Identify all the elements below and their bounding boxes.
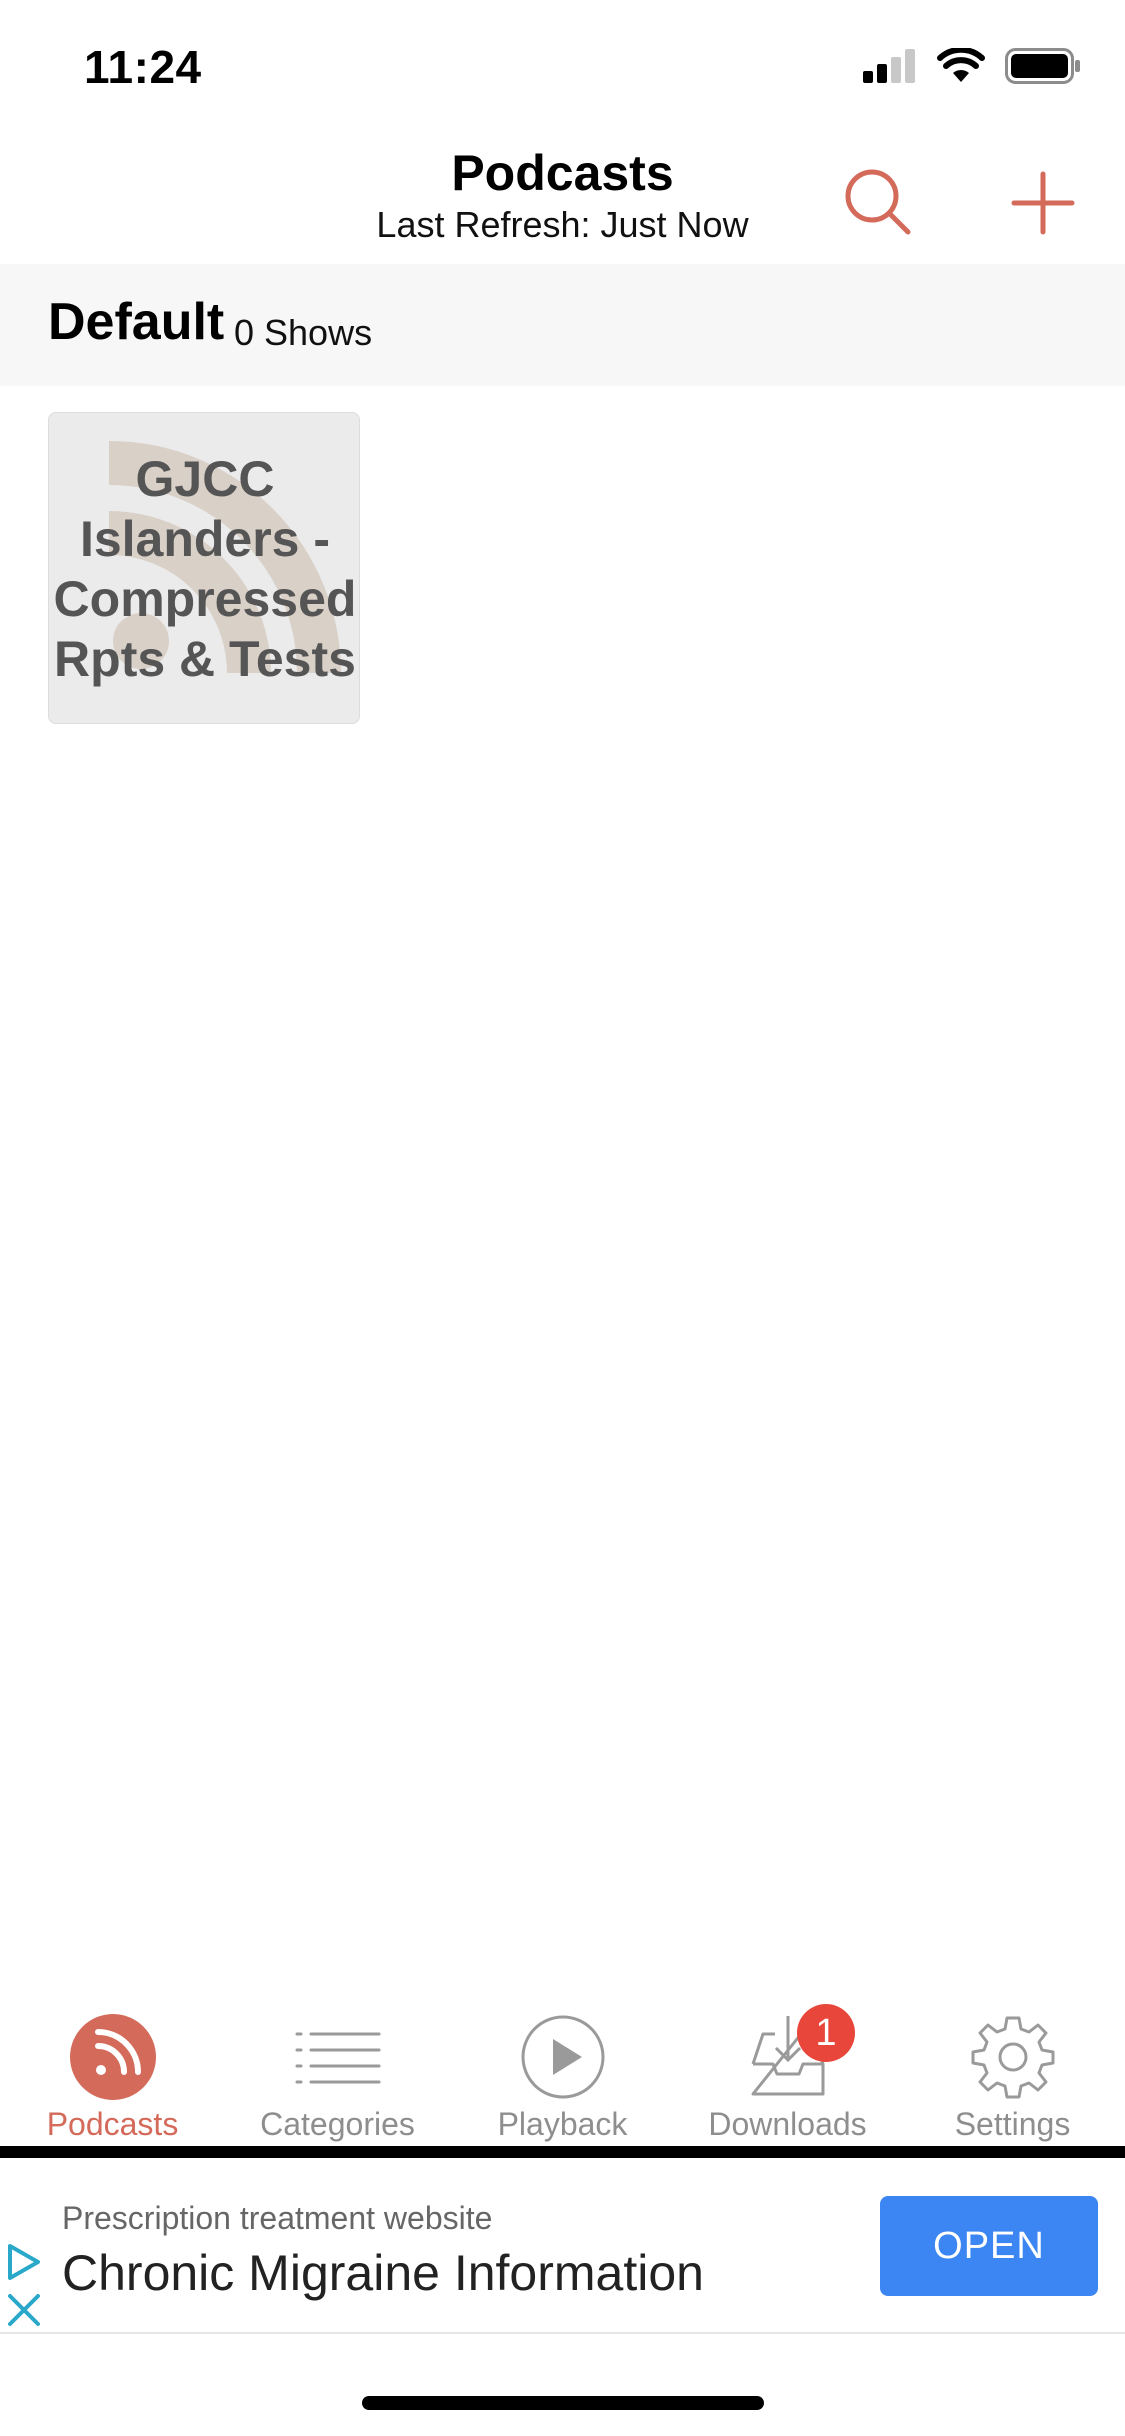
- category-title: Default: [48, 293, 225, 351]
- ad-banner[interactable]: Prescription treatment website Chronic M…: [0, 2158, 1125, 2334]
- tab-label: Settings: [954, 2106, 1071, 2142]
- gear-icon: [971, 2016, 1054, 2099]
- tab-label: Playback: [497, 2106, 628, 2142]
- podcast-tile[interactable]: GJCC Islanders - Compressed Rpts & Tests: [48, 412, 360, 724]
- last-refresh-label: Last Refresh: Just Now: [376, 204, 749, 245]
- status-icons: [863, 48, 1081, 84]
- tab-settings[interactable]: Settings: [900, 2000, 1125, 2148]
- tab-downloads[interactable]: 1 Downloads: [675, 2000, 900, 2148]
- ad-subtitle: Prescription treatment website: [62, 2200, 493, 2236]
- close-icon[interactable]: [6, 2292, 42, 2328]
- tab-label: Categories: [260, 2106, 415, 2142]
- status-bar: 11:24: [0, 0, 1125, 132]
- battery-icon: [1005, 48, 1080, 84]
- category-header: Default 0 Shows: [0, 264, 1125, 386]
- divider: [0, 2146, 1125, 2158]
- rss-icon: [69, 2014, 156, 2100]
- tab-label: Podcasts: [46, 2106, 179, 2142]
- tab-podcasts[interactable]: Podcasts: [0, 2000, 225, 2148]
- downloads-badge: 1: [797, 2004, 855, 2062]
- page-title: Podcasts: [451, 145, 674, 201]
- status-time: 11:24: [84, 41, 202, 93]
- ad-open-button[interactable]: OPEN: [880, 2196, 1098, 2296]
- tab-playback[interactable]: Playback: [450, 2000, 675, 2148]
- nav-header: Podcasts Last Refresh: Just Now: [0, 132, 1125, 264]
- play-icon: [521, 2015, 604, 2099]
- tab-bar: Podcasts Categories Playback 1 Downloads: [0, 2000, 1125, 2148]
- cellular-signal-icon: [863, 49, 915, 83]
- show-count: 0 Shows: [234, 312, 373, 353]
- list-icon: [295, 2032, 380, 2084]
- tab-label: Downloads: [708, 2106, 867, 2142]
- wifi-icon: [937, 48, 985, 82]
- plus-icon[interactable]: [1006, 166, 1080, 240]
- podcast-title: GJCC Islanders - Compressed Rpts & Tests: [53, 451, 357, 687]
- ad-title[interactable]: Chronic Migraine Information: [62, 2244, 704, 2302]
- tab-categories[interactable]: Categories: [225, 2000, 450, 2148]
- ad-choices-icon[interactable]: [4, 2242, 44, 2282]
- home-indicator[interactable]: [362, 2396, 764, 2410]
- search-icon[interactable]: [838, 162, 918, 242]
